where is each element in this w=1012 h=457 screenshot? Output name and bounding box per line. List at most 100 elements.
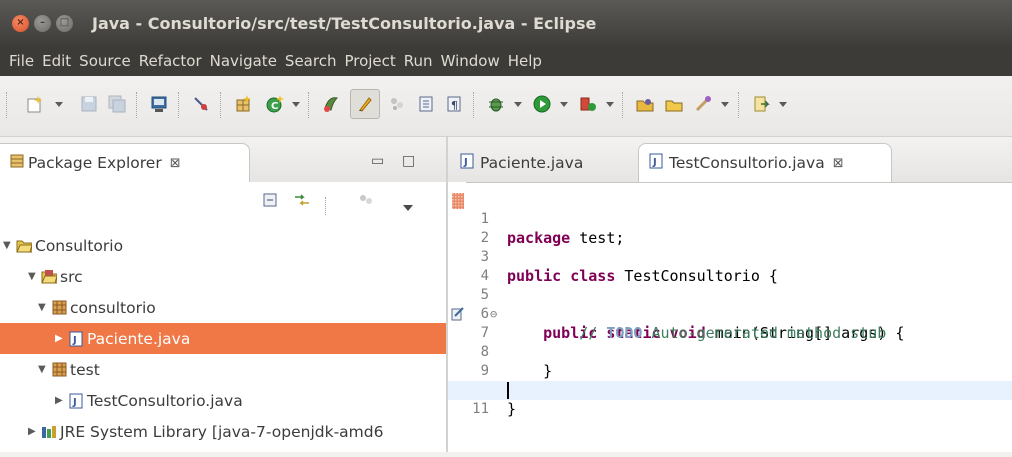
project-icon: [16, 238, 32, 254]
tree-item-paciente-java[interactable]: ▶ J Paciente.java: [0, 323, 495, 354]
next-annotation-dropdown[interactable]: [779, 94, 787, 114]
tree-item-package-test[interactable]: ▼ test: [0, 354, 478, 385]
search-icon[interactable]: [693, 94, 713, 114]
code-line: 4: [448, 248, 1012, 284]
window-close-button[interactable]: ×: [12, 14, 29, 32]
run-dropdown[interactable]: [560, 94, 568, 114]
debug-config-icon[interactable]: [191, 94, 211, 114]
show-whitespace-icon-2[interactable]: ¶: [444, 94, 464, 114]
package-icon: [51, 300, 67, 316]
title-bar: × – □ Java - Consultorio/src/test/TestCo…: [0, 0, 1012, 46]
new-icon[interactable]: [25, 94, 45, 114]
svg-text:J: J: [72, 397, 77, 408]
external-tools-dropdown[interactable]: [606, 94, 614, 114]
tab-testconsultorio-java[interactable]: J TestConsultorio.java ⊠: [638, 143, 892, 182]
package-icon: [51, 362, 67, 378]
line-number: 11: [472, 401, 489, 417]
menu-help[interactable]: Help: [504, 52, 546, 70]
menu-edit[interactable]: Edit: [38, 52, 75, 70]
code-line: 2: [448, 210, 1012, 246]
tree-item-src[interactable]: ▼ src: [0, 261, 468, 292]
window-minimize-button[interactable]: –: [34, 14, 51, 32]
text-cursor: [507, 382, 509, 399]
show-whitespace-icon[interactable]: [416, 94, 436, 114]
toggle-block-icon[interactable]: [387, 94, 407, 114]
code-line: 1 package test;: [448, 191, 1012, 247]
print-icon[interactable]: [149, 94, 169, 114]
tree-item-testconsultorio-java[interactable]: ▶ J TestConsultorio.java: [0, 385, 495, 416]
menu-refactor[interactable]: Refactor: [135, 52, 206, 70]
toggle-breakpoint-icon[interactable]: [321, 94, 341, 114]
svg-text:J: J: [652, 157, 657, 168]
code-text: }: [507, 400, 517, 418]
new-class-dropdown[interactable]: [292, 94, 300, 114]
tree-item-label: test: [70, 360, 100, 379]
tree-expand-icon[interactable]: ▼: [28, 271, 41, 282]
tree-expand-icon[interactable]: ▼: [3, 240, 16, 251]
new-java-package-icon[interactable]: [233, 94, 253, 114]
code-line: 9: [448, 343, 1012, 379]
toolbar-separator: [622, 92, 625, 118]
menu-run[interactable]: Run: [400, 52, 437, 70]
menu-file[interactable]: File: [0, 52, 38, 70]
java-file-icon: J: [460, 153, 474, 173]
toolbar-separator: [136, 92, 139, 118]
focus-icon[interactable]: [358, 192, 374, 212]
tree-item-consultorio[interactable]: ▼ Consultorio: [0, 230, 443, 261]
menu-search[interactable]: Search: [281, 52, 341, 70]
tree-expand-icon[interactable]: ▶: [28, 426, 41, 437]
close-icon[interactable]: ⊠: [833, 156, 844, 171]
tree-item-jre-library[interactable]: ▶ JRE System Library [java-7-openjdk-amd…: [0, 416, 468, 447]
menu-window[interactable]: Window: [437, 52, 504, 70]
java-file-icon: J: [649, 153, 663, 173]
toolbar-separator: [308, 92, 311, 118]
close-icon[interactable]: ⊠: [170, 156, 181, 171]
package-explorer-tab-label: Package Explorer: [28, 154, 162, 172]
java-file-icon: J: [68, 331, 84, 347]
library-icon: [41, 424, 57, 440]
link-with-editor-icon[interactable]: [293, 192, 311, 212]
tree-item-label: src: [60, 267, 83, 286]
open-task-icon[interactable]: [664, 94, 684, 114]
new-dropdown[interactable]: [55, 94, 63, 114]
tree-expand-icon[interactable]: ▼: [38, 302, 51, 313]
tree-item-package-consultorio[interactable]: ▼ consultorio: [0, 292, 478, 323]
mark-occurrences-icon[interactable]: [350, 89, 380, 119]
tree-expand-icon[interactable]: ▶: [55, 395, 68, 406]
search-dropdown[interactable]: [721, 94, 729, 114]
toolbar-separator: [738, 92, 741, 118]
view-menu-chevron-down-icon[interactable]: [402, 198, 414, 216]
menu-project[interactable]: Project: [340, 52, 399, 70]
package-explorer-tabbar: Package Explorer ⊠ ▭ □: [0, 137, 446, 183]
maximize-view-button[interactable]: □: [402, 153, 415, 169]
next-annotation-icon[interactable]: [751, 94, 771, 114]
java-file-icon: J: [68, 393, 84, 409]
window-maximize-button[interactable]: □: [56, 14, 73, 32]
open-type-icon[interactable]: [635, 94, 655, 114]
menu-source[interactable]: Source: [75, 52, 135, 70]
debug-icon[interactable]: [486, 94, 506, 114]
viewbar-separator: [325, 197, 327, 215]
new-class-icon[interactable]: C: [265, 94, 285, 114]
external-tools-icon[interactable]: [578, 94, 598, 114]
tab-paciente-java[interactable]: J Paciente.java: [454, 143, 634, 182]
code-line: 8 }: [448, 324, 1012, 380]
tree-expand-icon[interactable]: ▶: [55, 333, 68, 344]
menu-navigate[interactable]: Navigate: [206, 52, 281, 70]
run-icon[interactable]: [532, 94, 552, 114]
package-explorer-viewbar: [0, 182, 446, 220]
window-title: Java - Consultorio/src/test/TestConsulto…: [92, 13, 597, 33]
java-editor: J Paciente.java J TestConsultorio.java ⊠…: [448, 137, 1012, 452]
tree-expand-icon[interactable]: ▼: [38, 364, 51, 375]
code-line: 7: [448, 305, 1012, 341]
collapse-all-icon[interactable]: [262, 192, 278, 212]
code-line: 10 }: [448, 362, 1012, 418]
tab-package-explorer[interactable]: Package Explorer ⊠: [0, 143, 250, 182]
tree-item-label: TestConsultorio.java: [87, 391, 243, 410]
code-line: 5 ⊖ public static void main(String[] arg…: [448, 267, 1012, 342]
debug-dropdown[interactable]: [514, 94, 522, 114]
save-all-icon[interactable]: [107, 94, 127, 114]
minimize-view-button[interactable]: ▭: [371, 153, 384, 169]
save-icon[interactable]: [79, 94, 99, 114]
code-line-current: 11: [448, 381, 1012, 417]
